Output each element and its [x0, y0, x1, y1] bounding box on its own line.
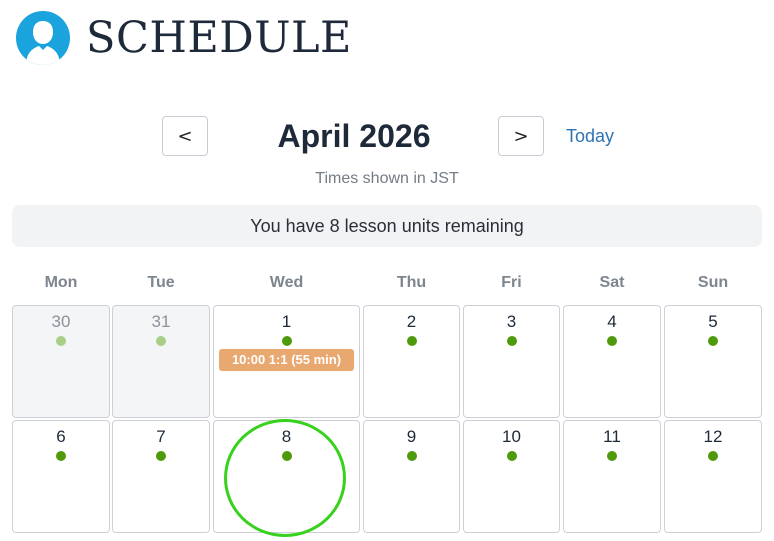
weekday-wed: Wed [269, 274, 304, 291]
availability-dot-icon [281, 336, 292, 346]
day-number: 31 [151, 312, 171, 331]
page-title: SCHEDULE [86, 12, 352, 63]
calendar-day-cell[interactable]: 3 [463, 305, 560, 418]
weekday-sat: Sat [599, 274, 625, 291]
calendar-day-cell[interactable]: 12 [664, 420, 762, 533]
availability-dot-icon [156, 336, 166, 346]
calendar-day-cell[interactable]: 7 [112, 420, 210, 533]
availability-dot-icon [506, 336, 517, 346]
day-number: 7 [156, 427, 166, 446]
calendar-day-cell[interactable]: 8 [213, 420, 360, 533]
availability-dot-icon [607, 451, 617, 461]
day-number: 8 [281, 427, 292, 446]
calendar-day-cell[interactable]: 9 [363, 420, 460, 533]
calendar-day-cell[interactable]: 6 [12, 420, 110, 533]
availability-dot-icon [281, 451, 292, 461]
calendar-day-cell[interactable]: 1 10:00 1:1 (55 min) [213, 305, 360, 418]
user-avatar-icon[interactable] [16, 11, 70, 65]
weekday-mon: Mon [44, 274, 78, 291]
calendar-day-cell[interactable]: 31 [112, 305, 210, 418]
calendar-day-cell[interactable]: 30 [12, 305, 110, 418]
day-number: 11 [603, 427, 621, 446]
availability-dot-icon [406, 451, 417, 461]
availability-dot-icon [406, 336, 417, 346]
weekday-tue: Tue [147, 274, 175, 291]
day-number: 30 [51, 312, 71, 331]
next-month-button[interactable]: > [498, 116, 544, 156]
weekday-fri: Fri [501, 274, 522, 291]
page-header: SCHEDULE [16, 10, 352, 66]
day-number: 10 [502, 427, 521, 446]
day-number: 2 [406, 312, 417, 331]
previous-month-button[interactable]: < [162, 116, 208, 156]
availability-dot-icon [156, 451, 166, 461]
day-number: 1 [281, 312, 292, 331]
calendar-day-cell[interactable]: 10 [463, 420, 560, 533]
day-number: 4 [607, 312, 617, 331]
calendar-day-cell[interactable]: 4 [563, 305, 661, 418]
availability-dot-icon [607, 336, 617, 346]
calendar-day-cell[interactable]: 5 [664, 305, 762, 418]
availability-dot-icon [56, 336, 66, 346]
availability-dot-icon [708, 336, 718, 346]
weekday-thu: Thu [396, 274, 427, 291]
day-number: 3 [506, 312, 517, 331]
month-title: April 2026 [277, 118, 431, 154]
day-number: 5 [708, 312, 718, 331]
day-number: 6 [56, 427, 66, 446]
availability-dot-icon [56, 451, 66, 461]
today-link[interactable]: Today [566, 126, 614, 147]
availability-dot-icon [506, 451, 517, 461]
timezone-note: Times shown in JST [315, 170, 459, 187]
calendar-day-cell[interactable]: 2 [363, 305, 460, 418]
lesson-badge[interactable]: 10:00 1:1 (55 min) [219, 349, 354, 371]
day-number: 9 [406, 427, 417, 446]
day-number: 12 [703, 427, 723, 446]
lesson-units-banner: You have 8 lesson units remaining [12, 205, 762, 247]
availability-dot-icon [708, 451, 718, 461]
calendar-day-cell[interactable]: 11 [563, 420, 661, 533]
weekday-sun: Sun [697, 274, 729, 291]
